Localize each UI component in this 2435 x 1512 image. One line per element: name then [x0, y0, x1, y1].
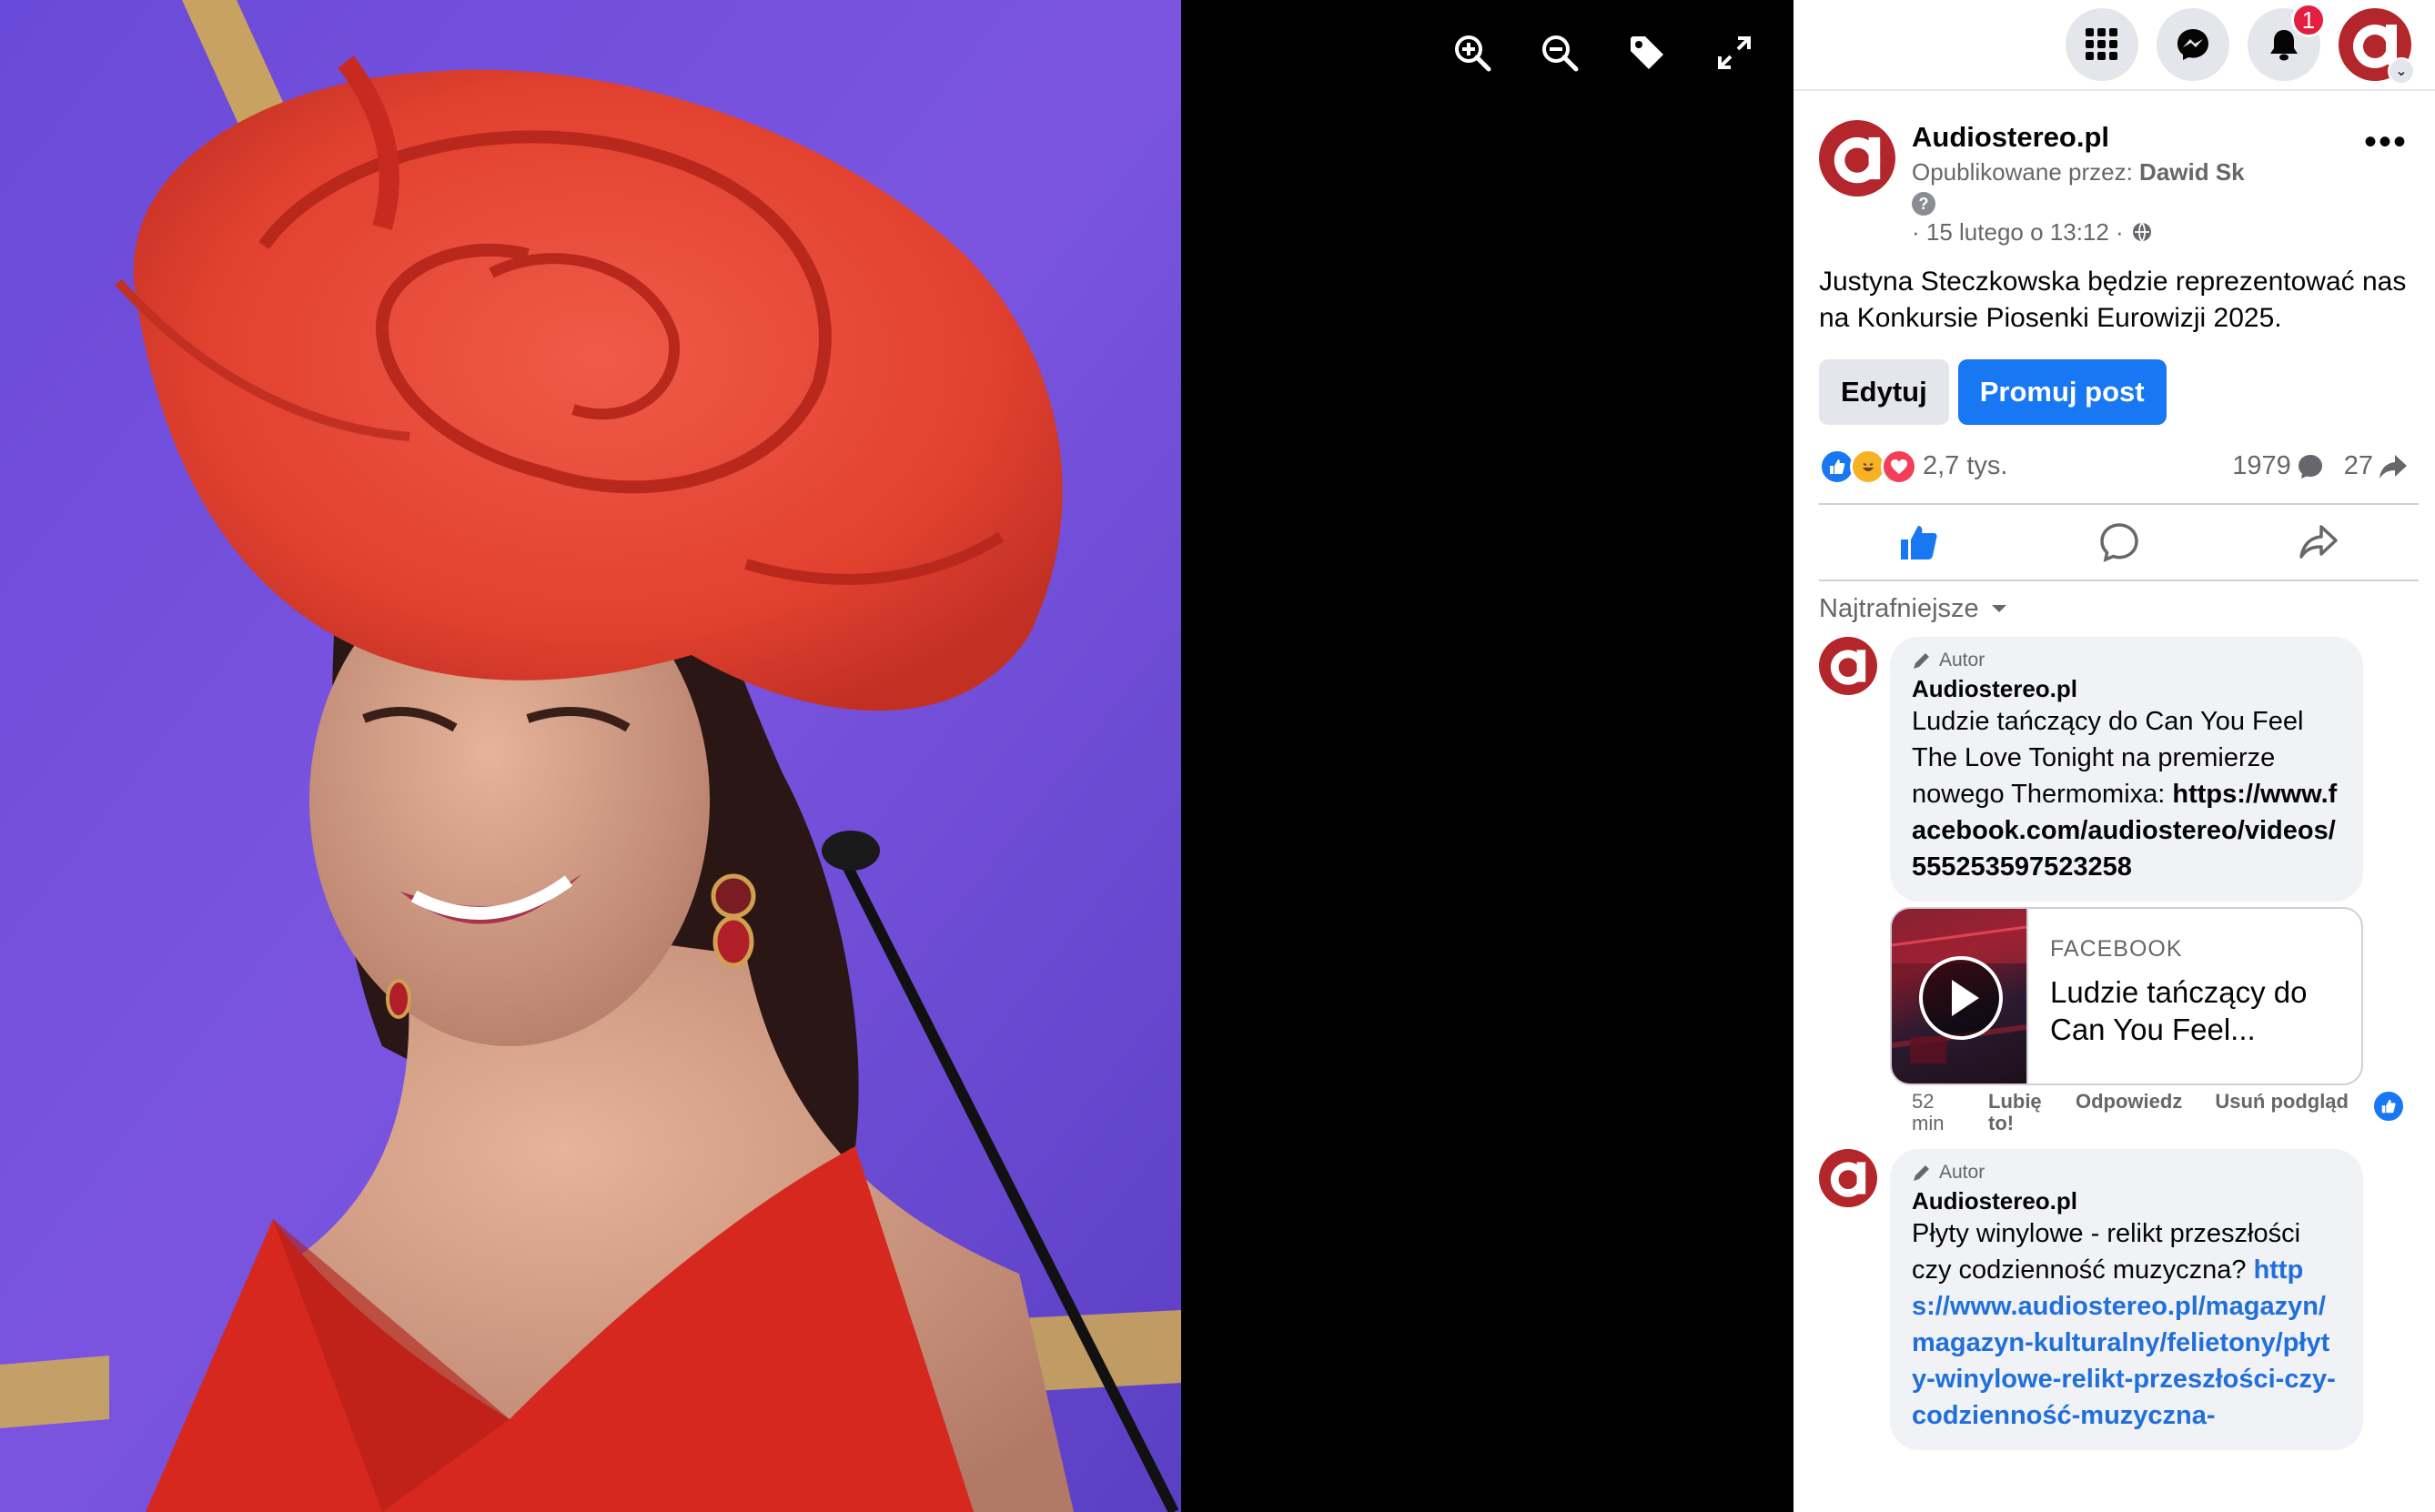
author-tag: Autor [1939, 1161, 1985, 1183]
zoom-out-icon[interactable] [1534, 27, 1585, 78]
commenter-avatar[interactable] [1819, 636, 1877, 1134]
notification-badge: 1 [2291, 3, 2326, 37]
profile-avatar[interactable]: ⌄ [2339, 8, 2415, 85]
reaction-count[interactable]: 2,7 tys. [1923, 451, 2008, 481]
comment-text: Płyty winylowe - relikt przeszłości czy … [1912, 1218, 2301, 1285]
comment-bubble: Autor Audiostereo.pl Płyty winylowe - re… [1890, 1148, 2363, 1451]
reactions-summary[interactable] [1819, 448, 1917, 485]
commenter-name[interactable]: Audiostereo.pl [1912, 675, 2341, 703]
post-sidebar: 1 ⌄ Audiostereo.pl Opublikowane przez: D… [1793, 0, 2435, 1512]
comment-bubble: Autor Audiostereo.pl Ludzie tańczący do … [1890, 636, 2363, 902]
share-count: 27 [2343, 451, 2373, 481]
pencil-icon [1914, 652, 1929, 669]
comment-icon [2099, 522, 2138, 562]
pencil-icon [1914, 1164, 1929, 1181]
share-icon [2299, 524, 2338, 559]
commenter-name[interactable]: Audiostereo.pl [1912, 1187, 2341, 1215]
photo-viewer [0, 0, 1793, 1512]
page-name[interactable]: Audiostereo.pl [1912, 120, 2245, 156]
published-by-name[interactable]: Dawid Sk [2139, 158, 2245, 186]
comment-count: 1979 [2232, 451, 2291, 481]
comment: Autor Audiostereo.pl Ludzie tańczący do … [1793, 624, 2435, 1134]
comment-time[interactable]: 52 min [1912, 1090, 1955, 1134]
post-text: Justyna Steczkowska będzie reprezentować… [1819, 266, 2407, 334]
share-count-link[interactable]: 27 [2344, 451, 2408, 481]
globe-icon [2132, 222, 2151, 242]
author-tag: Autor [1939, 649, 1985, 670]
fullscreen-icon[interactable] [1709, 27, 1760, 78]
preview-source: FACEBOOK [2050, 935, 2183, 962]
published-by-label: Opublikowane przez: [1912, 157, 2133, 186]
caret-down-icon [1991, 605, 2006, 613]
comment-sort-dropdown[interactable]: Najtrafniejsze [1793, 581, 2435, 624]
notifications-button[interactable]: 1 [2248, 3, 2326, 81]
play-icon[interactable] [1917, 954, 2005, 1042]
post-photo[interactable] [0, 0, 1181, 1512]
link-preview-card[interactable]: FACEBOOK Ludzie tańczący do Can You Feel… [1890, 906, 2363, 1085]
remove-preview-button[interactable]: Usuń podgląd [2215, 1090, 2360, 1134]
tag-icon[interactable] [1622, 27, 1672, 78]
preview-title[interactable]: Ludzie tańczący do Can You Feel... [2050, 973, 2339, 1049]
thumbs-up-icon [1900, 525, 1937, 559]
like-button[interactable] [1819, 505, 2019, 580]
love-reaction-icon [1881, 448, 1917, 485]
comment-button[interactable] [2019, 505, 2219, 580]
post-stats: 2,7 tys. 1979 27 [1793, 425, 2435, 485]
share-arrow-icon [2379, 454, 2407, 479]
post-date[interactable]: · 15 lutego o 13:12 · [1912, 216, 2124, 248]
page-avatar[interactable] [1819, 120, 1895, 249]
comment-like-reaction-icon [2371, 1088, 2406, 1124]
comment-reply-button[interactable]: Odpowiedz [2076, 1090, 2182, 1134]
messenger-icon [2177, 29, 2208, 60]
menu-grid-button[interactable] [2066, 8, 2138, 81]
commenter-avatar[interactable] [1819, 1148, 1877, 1450]
promote-post-button[interactable]: Promuj post [1957, 358, 2167, 425]
top-navigation: 1 ⌄ [1793, 0, 2435, 91]
zoom-in-icon[interactable] [1447, 27, 1498, 78]
share-button[interactable] [2218, 505, 2419, 580]
comment: Autor Audiostereo.pl Płyty winylowe - re… [1793, 1134, 2435, 1451]
chevron-down-icon[interactable]: ⌄ [2388, 57, 2415, 85]
video-thumbnail[interactable] [1892, 908, 2026, 1084]
comment-bubble-icon [2298, 454, 2322, 479]
comment-count-link[interactable]: 1979 [2232, 451, 2324, 481]
post-action-row [1819, 502, 2419, 581]
sort-label: Najtrafniejsze [1819, 593, 1979, 623]
comment-like-button[interactable]: Lubię to! [1988, 1090, 2043, 1134]
more-options-button[interactable]: ••• [2364, 124, 2408, 160]
menu-grid-icon [2086, 28, 2117, 60]
edit-button[interactable]: Edytuj [1819, 358, 1949, 425]
help-icon[interactable]: ? [1912, 192, 1935, 217]
post-header: Audiostereo.pl Opublikowane przez: Dawid… [1793, 91, 2435, 249]
messenger-button[interactable] [2157, 8, 2229, 81]
